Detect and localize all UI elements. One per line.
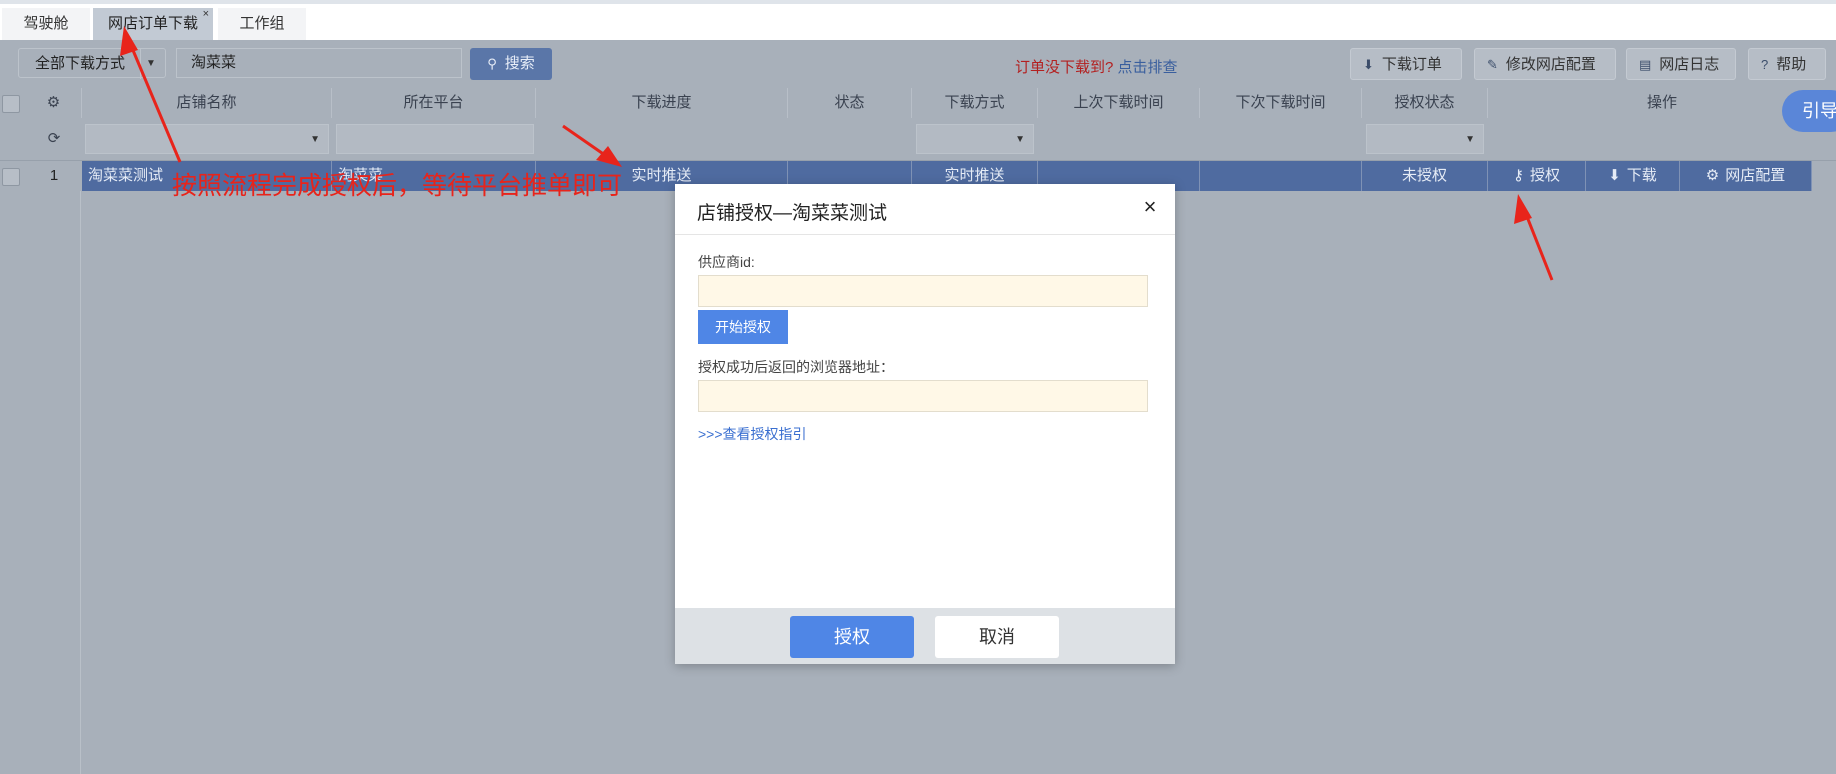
cancel-button[interactable]: 取消 — [935, 616, 1059, 658]
download-orders-button[interactable]: ⬇ 下载订单 — [1350, 48, 1462, 80]
search-icon: ⚲ — [487, 56, 497, 71]
download-icon: ⬇ — [1608, 167, 1621, 184]
document-icon: ▤ — [1639, 57, 1652, 72]
help-button[interactable]: ? 帮助 — [1748, 48, 1826, 80]
question-icon: ? — [1761, 57, 1769, 72]
dialog-title: 店铺授权—淘菜菜测试 — [697, 203, 888, 224]
dialog-header: 店铺授权—淘菜菜测试 × — [675, 184, 1175, 235]
authorize-button[interactable]: 授权 — [790, 616, 914, 658]
download-action[interactable]: ⬇ 下载 — [1586, 161, 1680, 191]
cell-auth-status: 未授权 — [1362, 161, 1488, 191]
refresh-icon[interactable]: ⟳ — [26, 124, 82, 154]
toolbar: 全部下载方式 ▼ 淘菜菜 ⚲ 搜索 订单没下载到? 点击排查 ⬇ 下载订单 ✎ 修改网… — [0, 40, 1836, 88]
edit-icon: ✎ — [1487, 57, 1498, 72]
top-divider — [0, 0, 1836, 4]
annotation-text: 按照流程完成授权后，等待平台推单即可 — [172, 172, 623, 200]
gear-icon: ⚙ — [1705, 167, 1720, 184]
close-icon[interactable]: × — [1137, 194, 1163, 220]
filter-row: ⟳ ▼ ▼ ▼ — [0, 118, 1836, 161]
supplier-id-label: 供应商id: — [698, 254, 755, 270]
col-shop-name[interactable]: 店铺名称 — [82, 88, 332, 118]
chevron-down-icon: ▼ — [1015, 134, 1025, 145]
chevron-down-icon: ▼ — [1465, 134, 1475, 145]
col-platform[interactable]: 所在平台 — [332, 88, 536, 118]
search-button[interactable]: ⚲ 搜索 — [470, 48, 552, 80]
tab-workgroup[interactable]: 工作组 — [218, 8, 306, 40]
platform-filter[interactable] — [336, 124, 534, 154]
download-mode-select[interactable]: 全部下载方式 ▼ — [18, 48, 166, 79]
download-icon: ⬇ — [1363, 57, 1374, 72]
chevron-down-icon: ▼ — [310, 134, 320, 145]
col-auth-status[interactable]: 授权状态 — [1362, 88, 1488, 118]
tab-strip: 驾驶舱 网店订单下载 × 工作组 — [0, 0, 1836, 41]
col-status[interactable]: 状态 — [788, 88, 912, 118]
shop-authorize-dialog: 店铺授权—淘菜菜测试 × 供应商id: 开始授权 授权成功后返回的浏览器地址： … — [675, 184, 1175, 664]
download-mode-filter[interactable]: ▼ — [916, 124, 1034, 154]
col-next-download-time[interactable]: 下次下载时间 — [1200, 88, 1362, 118]
col-actions: 操作 — [1646, 94, 1677, 111]
troubleshoot-link[interactable]: 点击排查 — [1118, 59, 1178, 76]
col-download-mode[interactable]: 下载方式 — [912, 88, 1038, 118]
col-last-download-time[interactable]: 上次下载时间 — [1038, 88, 1200, 118]
tab-close-icon[interactable]: × — [203, 0, 209, 30]
start-authorize-button[interactable]: 开始授权 — [698, 310, 788, 344]
col-progress[interactable]: 下载进度 — [536, 88, 788, 118]
divider — [80, 191, 81, 774]
dialog-footer: 授权 取消 — [675, 608, 1175, 664]
table-header: ⚙ 店铺名称 所在平台 下载进度 状态 下载方式 上次下载时间 下次下载时间 授… — [0, 88, 1836, 118]
chevron-down-icon: ▼ — [140, 49, 161, 79]
shop-config-action[interactable]: ⚙ 网店配置 — [1680, 161, 1812, 191]
select-all-checkbox[interactable] — [2, 95, 20, 113]
cell-next-time — [1200, 161, 1362, 191]
tab-cockpit[interactable]: 驾驶舱 — [2, 8, 90, 40]
return-url-label: 授权成功后返回的浏览器地址： — [698, 359, 894, 375]
shop-name-filter[interactable]: ▼ — [85, 124, 329, 154]
supplier-id-input[interactable] — [698, 275, 1148, 307]
row-index: 1 — [49, 167, 59, 184]
auth-status-filter[interactable]: ▼ — [1366, 124, 1484, 154]
key-icon: ⚷ — [1512, 167, 1524, 184]
column-settings[interactable]: ⚙ — [26, 88, 82, 118]
modify-shop-config-button[interactable]: ✎ 修改网店配置 — [1474, 48, 1616, 80]
tab-shop-order-download[interactable]: 网店订单下载 × — [93, 8, 213, 40]
order-missing-notice: 订单没下载到? 点击排查 — [1015, 59, 1178, 76]
shop-log-button[interactable]: ▤ 网店日志 — [1626, 48, 1736, 80]
gear-icon: ⚙ — [46, 94, 61, 111]
authorize-guide-link[interactable]: >>>查看授权指引 — [698, 424, 807, 444]
row-checkbox[interactable] — [2, 168, 20, 186]
search-input[interactable]: 淘菜菜 — [176, 48, 462, 78]
return-url-input[interactable] — [698, 380, 1148, 412]
authorize-action[interactable]: ⚷ 授权 — [1488, 161, 1586, 191]
